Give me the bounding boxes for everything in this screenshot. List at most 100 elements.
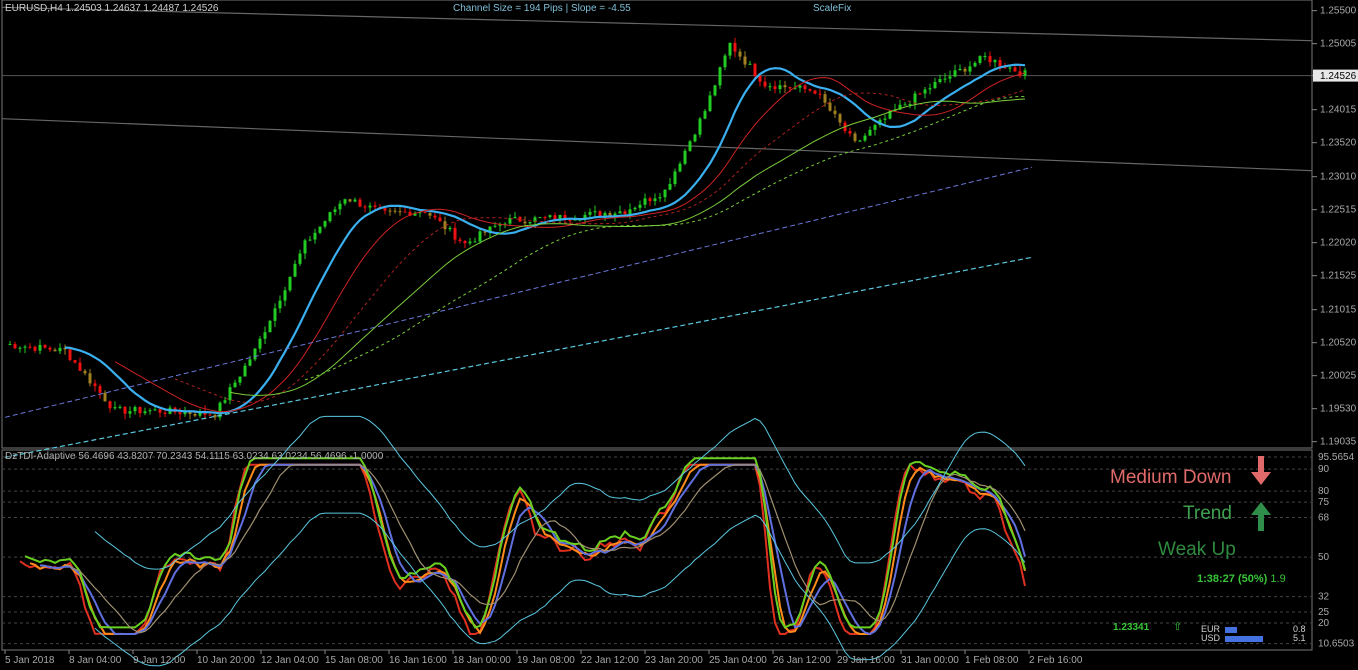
price-tick-label: 1.24015 <box>1320 105 1357 116</box>
candle-body <box>953 70 957 77</box>
candle-body <box>423 212 427 214</box>
price-tick-label: 1.22515 <box>1320 205 1357 216</box>
indicator-title: DzTDI-Adaptive 56.4696 43.8207 70.2343 5… <box>5 451 384 462</box>
candle-body <box>998 60 1002 67</box>
candle-body <box>968 66 972 72</box>
candle-body <box>348 199 352 202</box>
indicator-tick-label: 75 <box>1318 497 1330 508</box>
price-tick-label: 1.22020 <box>1320 238 1357 249</box>
time-tick-label: 12 Jan 04:00 <box>261 655 319 666</box>
tdi-blue-line <box>39 463 1026 636</box>
candle-body <box>908 104 912 106</box>
signal-medium: Medium Down <box>1110 467 1232 488</box>
candle-body <box>978 56 982 63</box>
candle-body <box>753 63 757 76</box>
candle-body <box>453 227 457 240</box>
candle-body <box>303 240 307 254</box>
candle-body <box>438 217 442 222</box>
signal-weak: Weak Up <box>1158 539 1236 560</box>
candle-body <box>493 225 497 227</box>
candle-body <box>393 210 397 212</box>
candle-body <box>858 140 862 142</box>
candle-body <box>663 189 667 198</box>
candle-body <box>308 239 312 241</box>
candle-body <box>673 171 677 184</box>
time-tick-label: 26 Jan 12:00 <box>773 655 831 666</box>
time-tick-label: 18 Jan 00:00 <box>453 655 511 666</box>
candle-body <box>988 56 992 63</box>
candle-body <box>358 199 362 207</box>
candle-body <box>658 197 662 199</box>
candle-body <box>193 413 197 416</box>
candle-body <box>293 263 297 277</box>
candle-body <box>983 56 987 58</box>
candle-body <box>758 75 762 82</box>
candle-body <box>803 85 807 90</box>
candle-body <box>738 51 742 57</box>
candle-body <box>448 227 452 230</box>
time-tick-label: 8 Jan 04:00 <box>69 655 122 666</box>
arrow-up-icon <box>1251 502 1271 531</box>
candle-body <box>318 226 322 233</box>
candle-body <box>713 85 717 96</box>
candle-body <box>403 211 407 213</box>
ma-red-dashed-line <box>174 89 1026 403</box>
price-tick-label: 1.21015 <box>1320 305 1357 316</box>
chart-canvas[interactable]: 1.25500 1.25005 1.24526 1.24015 1.23520 1.230… <box>0 0 1358 670</box>
candle-body <box>863 135 867 141</box>
candle-body <box>643 198 647 205</box>
candle-body <box>163 412 167 414</box>
indicator-tick-label: 95.5654 <box>1318 452 1355 463</box>
candle-body <box>828 102 832 111</box>
time-tick-label: 29 Jan 16:00 <box>837 655 895 666</box>
candle-body <box>58 347 62 352</box>
candle-body <box>463 240 467 244</box>
candle-body <box>653 198 657 202</box>
candle-body <box>823 94 827 103</box>
time-tick-label: 5 Jan 2018 <box>5 655 55 666</box>
signal-trend: Trend <box>1183 503 1232 524</box>
indicator-tick-label: 20 <box>1318 618 1330 629</box>
price-tick-label: 1.19530 <box>1320 404 1357 415</box>
candle-body <box>313 232 317 240</box>
candle-body <box>733 42 737 52</box>
trend-cyan-line <box>4 256 1033 458</box>
currency-usd-bar <box>1225 636 1263 642</box>
candle-body <box>428 212 432 216</box>
candle-body <box>513 216 517 219</box>
candle-body <box>883 118 887 120</box>
candle-body <box>688 141 692 151</box>
arrow-up-small-icon: ⇧ <box>1173 621 1183 633</box>
candle-body <box>138 407 142 414</box>
candle-body <box>33 346 37 351</box>
time-tick-label: 23 Jan 20:00 <box>645 655 703 666</box>
candle-body <box>128 411 132 414</box>
candle-body <box>808 89 812 91</box>
channel-info: Channel Size = 194 Pips | Slope = -4.55 <box>453 3 631 14</box>
candle-body <box>133 407 137 412</box>
candle-body <box>763 81 767 87</box>
indicator-tick-label: 68 <box>1318 513 1330 524</box>
time-tick-label: 22 Jan 12:00 <box>581 655 639 666</box>
candle-body <box>698 118 702 135</box>
candle-body <box>113 407 117 409</box>
candle-body <box>543 217 547 219</box>
candle-body <box>668 183 672 190</box>
candle-body <box>873 125 877 130</box>
candle-body <box>588 211 592 215</box>
time-tick-label: 25 Jan 04:00 <box>709 655 767 666</box>
scalefix-label[interactable]: ScaleFix <box>813 3 851 14</box>
arrow-down-icon <box>1251 456 1271 485</box>
candle-body <box>948 76 952 79</box>
candle-body <box>68 349 72 361</box>
channel-lower-line <box>1 118 1313 172</box>
price-tick-label: 1.25500 <box>1320 6 1357 17</box>
candle-body <box>538 217 542 219</box>
ma-fast-line <box>64 63 1026 415</box>
candle-body <box>833 110 837 115</box>
indicator-tick-label: 32 <box>1318 592 1330 603</box>
candle-body <box>523 221 527 224</box>
candle-body <box>368 205 372 208</box>
candle-body <box>748 63 752 65</box>
candle-body <box>623 211 627 215</box>
